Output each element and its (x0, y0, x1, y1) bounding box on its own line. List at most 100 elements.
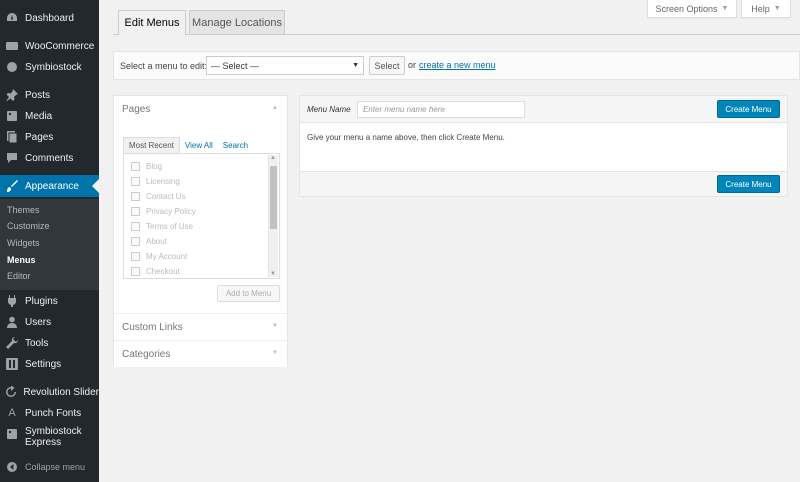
sidebar-item-label: Posts (25, 89, 51, 101)
page-label: My Account (146, 251, 188, 261)
checkbox[interactable] (131, 206, 140, 216)
checkbox[interactable] (131, 221, 140, 231)
collapse-menu-button[interactable]: Collapse menu (0, 456, 99, 478)
subtab-search[interactable]: Search (218, 137, 253, 153)
screen-options-button[interactable]: Screen Options ▼ (647, 0, 737, 18)
accordion-custom-links-header[interactable]: Custom Links ▼ (114, 314, 287, 340)
list-item[interactable]: Blog (131, 160, 162, 172)
pages-subtabs: Most Recent View All Search (123, 137, 253, 153)
symbiostock-icon (5, 60, 19, 74)
sidebar-item-users[interactable]: Users (0, 311, 99, 333)
submenu-item-customize[interactable]: Customize (7, 221, 50, 231)
woocommerce-icon (5, 39, 19, 53)
checkbox[interactable] (131, 236, 140, 246)
sidebar-item-comments[interactable]: Comments (0, 147, 99, 169)
list-item[interactable]: Checkout (131, 265, 180, 277)
sidebar-item-tools[interactable]: Tools (0, 332, 99, 354)
sidebar-item-woocommerce[interactable]: WooCommerce (0, 35, 99, 57)
sidebar-item-label: Comments (25, 152, 74, 164)
caret-down-icon: ▼ (721, 5, 729, 12)
list-item[interactable]: My Account (131, 250, 187, 262)
or-text: or (408, 60, 417, 70)
sidebar-item-label: Settings (25, 358, 62, 370)
checkbox[interactable] (131, 266, 140, 276)
list-item[interactable]: Privacy Policy (131, 205, 196, 217)
accordion-pages-title: Pages (122, 103, 151, 115)
sidebar-item-label: Tools (25, 337, 49, 349)
appearance-submenu: Themes Customize Widgets Menus Editor (0, 199, 99, 290)
page-label: Terms of Use (146, 221, 194, 231)
create-new-menu-link[interactable]: create a new menu (419, 60, 496, 70)
menu-editor-panel: Menu Name Enter menu name here Create Me… (299, 95, 788, 197)
users-icon (5, 315, 19, 329)
submenu-item-themes[interactable]: Themes (7, 205, 40, 215)
sidebar-item-symbiostock-express[interactable]: Symbiostock Express (0, 426, 99, 452)
sidebar-item-label-line2: Express (25, 437, 62, 448)
media-icon (5, 109, 19, 123)
sidebar-item-dashboard[interactable]: Dashboard (0, 7, 99, 29)
sidebar-item-pages[interactable]: Pages (0, 126, 99, 148)
menu-select-dropdown[interactable]: — Select — ▼ (206, 56, 364, 75)
sidebar-item-media[interactable]: Media (0, 105, 99, 127)
scrollbar-thumb[interactable] (270, 166, 277, 229)
checkbox[interactable] (131, 251, 140, 261)
sidebar-item-revolution-slider[interactable]: Revolution Slider (0, 381, 99, 403)
submenu-item-editor[interactable]: Editor (7, 271, 31, 281)
sidebar-item-posts[interactable]: Posts (0, 84, 99, 106)
accordion-categories-title: Categories (122, 348, 171, 360)
tab-manage-locations[interactable]: Manage Locations (189, 10, 285, 34)
submenu-item-widgets[interactable]: Widgets (7, 238, 40, 248)
font-icon: A (8, 407, 16, 419)
help-button[interactable]: Help ▼ (741, 0, 791, 18)
list-item[interactable]: Terms of Use (131, 220, 193, 232)
menu-select-value: — Select — (211, 60, 260, 71)
add-to-menu-button[interactable]: Add to Menu (217, 285, 280, 302)
scroll-up-icon[interactable]: ▲ (270, 155, 276, 161)
page-label: About (146, 236, 167, 246)
sidebar-item-label: Symbiostock (25, 426, 82, 437)
pages-scrollbar[interactable]: ▲ ▼ (268, 155, 278, 277)
pages-icon (5, 130, 19, 144)
subtab-most-recent[interactable]: Most Recent (123, 137, 180, 153)
checkbox[interactable] (131, 176, 140, 186)
collapse-icon (5, 460, 19, 474)
sidebar-item-label: Symbiostock (25, 61, 82, 73)
sidebar-item-label: Plugins (25, 295, 58, 307)
comment-icon (5, 151, 19, 165)
tabs-divider (113, 34, 800, 35)
subtab-view-all[interactable]: View All (180, 137, 218, 153)
menu-name-input[interactable]: Enter menu name here (357, 101, 525, 118)
sidebar-item-settings[interactable]: Settings (0, 353, 99, 375)
paintbrush-icon (5, 179, 19, 193)
sidebar-item-appearance[interactable]: Appearance (0, 175, 99, 197)
list-item[interactable]: Contact Us (131, 190, 186, 202)
select-button[interactable]: Select (369, 56, 405, 75)
sidebar-item-label: Users (25, 316, 52, 328)
sidebar-item-label: Revolution Slider (23, 386, 99, 398)
accordion-categories-header[interactable]: Categories ▼ (114, 341, 287, 367)
create-menu-button-bottom[interactable]: Create Menu (717, 175, 780, 193)
dashboard-icon (5, 11, 19, 25)
scroll-down-icon[interactable]: ▼ (270, 271, 276, 277)
list-item[interactable]: About (131, 235, 167, 247)
checkbox[interactable] (131, 161, 140, 171)
accordion-custom-links-title: Custom Links (122, 321, 183, 333)
checkbox[interactable] (131, 191, 140, 201)
sidebar-item-punch-fonts[interactable]: A Punch Fonts (0, 402, 99, 424)
sidebar-item-symbiostock[interactable]: Symbiostock (0, 56, 99, 78)
sidebar-item-plugins[interactable]: Plugins (0, 290, 99, 312)
accordion-pages-header[interactable]: Pages ▲ (114, 96, 287, 122)
settings-icon (5, 357, 19, 371)
list-item[interactable]: Licensing (131, 175, 180, 187)
tab-edit-menus[interactable]: Edit Menus (118, 10, 186, 35)
help-label: Help (751, 3, 770, 14)
collapse-menu-label: Collapse menu (25, 462, 86, 472)
plugin-icon (5, 294, 19, 308)
create-menu-button-top[interactable]: Create Menu (717, 100, 780, 118)
wrench-icon (5, 336, 19, 350)
sidebar-item-label: Pages (25, 131, 54, 143)
submenu-item-menus[interactable]: Menus (7, 255, 36, 265)
refresh-icon (5, 385, 17, 399)
pages-checklist: Blog Licensing Contact Us Privacy Policy… (123, 153, 280, 279)
menu-editor-header: Menu Name Enter menu name here Create Me… (300, 96, 787, 123)
